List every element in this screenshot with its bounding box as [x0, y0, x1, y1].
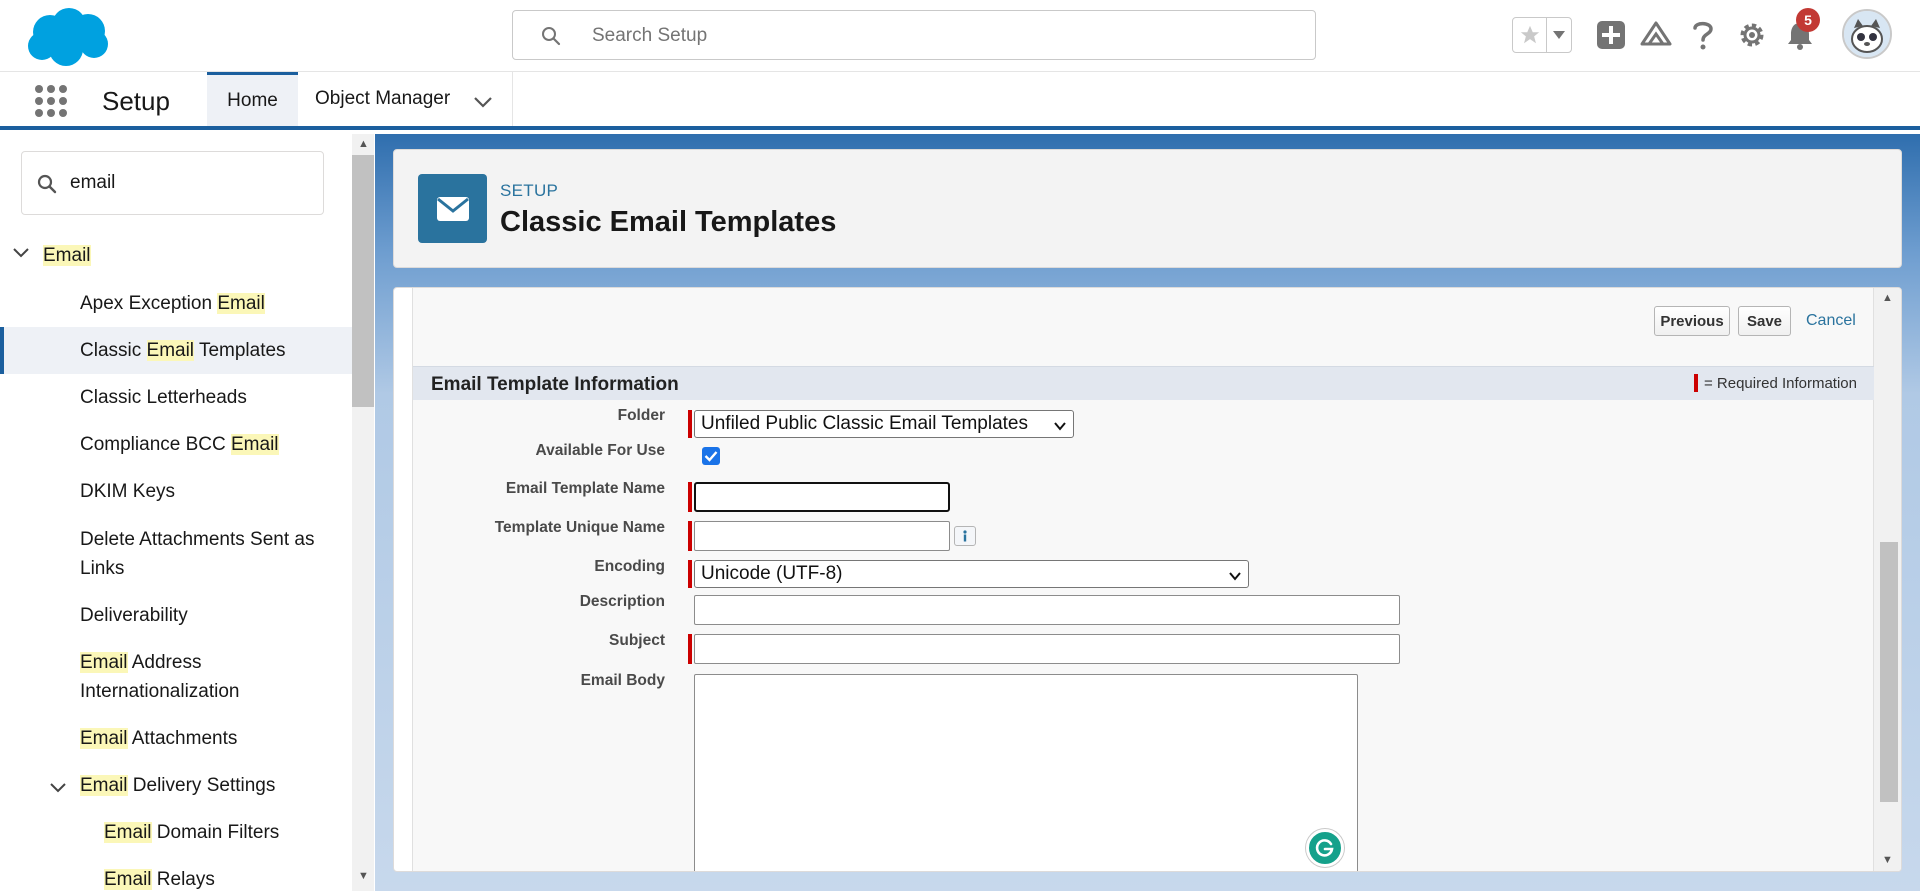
sidebar-scrollbar-thumb[interactable] — [352, 155, 374, 407]
sidebar-item-deliverability[interactable]: Deliverability — [80, 601, 188, 630]
sidebar-item-classic-email-templates[interactable]: Classic Email Templates — [80, 336, 286, 365]
sidebar-item-email[interactable]: Email — [43, 241, 91, 270]
template-unique-name-label: Template Unique Name — [494, 519, 665, 536]
tab-object-manager[interactable]: Object Manager — [300, 72, 513, 126]
chevron-down-icon[interactable] — [12, 239, 30, 268]
help-icon[interactable] — [1685, 17, 1721, 53]
sidebar-item-compliance-bcc-email[interactable]: Compliance BCC Email — [80, 430, 279, 459]
trailhead-icon[interactable] — [1638, 17, 1674, 53]
star-icon[interactable] — [1513, 18, 1547, 52]
chevron-down-icon — [1228, 567, 1242, 589]
cancel-link[interactable]: Cancel — [1806, 312, 1856, 330]
setup-sidebar: email Email Apex Exception Email Classic… — [0, 134, 375, 891]
chevron-down-icon[interactable] — [474, 92, 492, 114]
search-placeholder: Search Setup — [592, 25, 708, 46]
available-for-use-checkbox[interactable] — [702, 447, 720, 465]
previous-button[interactable]: Previous — [1654, 306, 1730, 336]
scroll-down-arrow-icon[interactable]: ▼ — [358, 870, 369, 882]
scroll-up-arrow-icon[interactable]: ▲ — [358, 138, 369, 150]
template-unique-name-input[interactable] — [694, 521, 950, 551]
global-header: Search Setup 5 — [0, 0, 1920, 72]
sidebar-item-email-domain-filters[interactable]: Email Domain Filters — [104, 818, 279, 847]
app-launcher-icon[interactable] — [34, 84, 70, 120]
sidebar-item-email-relays[interactable]: Email Relays — [104, 865, 215, 891]
content-card: Previous Save Cancel Email Template Info… — [393, 287, 1902, 872]
notification-badge: 5 — [1796, 8, 1820, 32]
sidebar-item-delete-attachments[interactable]: Delete Attachments Sent as Links — [80, 525, 314, 583]
info-icon[interactable] — [954, 526, 976, 546]
required-indicator — [688, 634, 692, 664]
page-header: SETUP Classic Email Templates — [393, 149, 1902, 268]
required-indicator — [688, 560, 692, 588]
sidebar-item-apex-exception-email[interactable]: Apex Exception Email — [80, 289, 265, 318]
chevron-down-icon[interactable] — [49, 774, 67, 803]
favorites-group — [1512, 17, 1572, 53]
email-template-form: Previous Save Cancel Email Template Info… — [412, 288, 1875, 871]
context-bar: Setup Home Object Manager — [0, 72, 1920, 130]
favorites-dropdown-icon[interactable] — [1547, 18, 1571, 52]
available-for-use-label: Available For Use — [535, 442, 665, 459]
search-icon — [37, 174, 57, 199]
chevron-down-icon — [1053, 417, 1067, 439]
sidebar-item-email-delivery-settings[interactable]: Email Delivery Settings — [80, 771, 275, 800]
description-label: Description — [579, 593, 665, 610]
email-template-name-label: Email Template Name — [505, 480, 665, 497]
scroll-down-arrow-icon[interactable]: ▼ — [1882, 854, 1893, 866]
user-avatar[interactable] — [1842, 9, 1892, 59]
envelope-icon — [418, 174, 487, 243]
email-body-label: Email Body — [580, 672, 665, 689]
folder-select[interactable]: Unfiled Public Classic Email Templates — [694, 410, 1074, 438]
page-title: Classic Email Templates — [500, 206, 837, 238]
folder-label: Folder — [617, 407, 665, 424]
section-header: Email Template Information = Required In… — [413, 366, 1875, 400]
content-scrollbar-thumb[interactable] — [1880, 542, 1898, 802]
sidebar-item-email-address-internationalization[interactable]: Email Address Internationalization — [80, 648, 240, 706]
required-indicator — [1693, 374, 1698, 392]
save-button[interactable]: Save — [1738, 306, 1791, 336]
salesforce-cloud-logo[interactable] — [22, 6, 112, 68]
description-input[interactable] — [694, 595, 1400, 625]
required-indicator — [688, 482, 692, 512]
app-name: Setup — [102, 86, 170, 116]
tab-home[interactable]: Home — [207, 72, 298, 126]
sidebar-item-classic-letterheads[interactable]: Classic Letterheads — [80, 383, 247, 412]
email-body-textarea[interactable] — [694, 674, 1358, 871]
encoding-select[interactable]: Unicode (UTF-8) — [694, 560, 1249, 588]
quick-find-value: email — [70, 172, 116, 193]
page-kicker: SETUP — [500, 181, 559, 200]
section-title: Email Template Information — [431, 374, 679, 395]
quick-find-input[interactable]: email — [21, 151, 324, 215]
scroll-up-arrow-icon[interactable]: ▲ — [1882, 292, 1893, 304]
encoding-label: Encoding — [594, 558, 665, 575]
search-icon — [541, 26, 561, 46]
gear-icon[interactable] — [1734, 17, 1770, 53]
grammarly-icon[interactable] — [1306, 829, 1344, 867]
tab-object-manager-label: Object Manager — [315, 88, 451, 109]
sidebar-item-email-attachments[interactable]: Email Attachments — [80, 724, 237, 753]
required-legend: = Required Information — [1693, 374, 1857, 392]
subject-input[interactable] — [694, 634, 1400, 664]
sidebar-item-dkim-keys[interactable]: DKIM Keys — [80, 477, 175, 506]
plus-icon[interactable] — [1593, 17, 1629, 53]
required-indicator — [688, 410, 692, 438]
email-template-name-input[interactable] — [694, 482, 950, 512]
global-search[interactable]: Search Setup — [512, 10, 1316, 60]
required-indicator — [688, 521, 692, 551]
subject-label: Subject — [609, 632, 665, 649]
